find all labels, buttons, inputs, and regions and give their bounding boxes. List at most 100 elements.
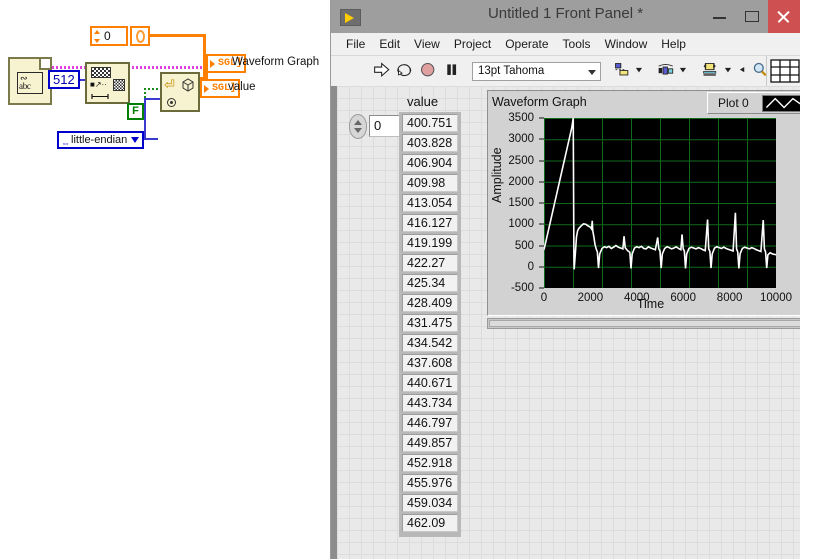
dogear-corner bbox=[39, 59, 50, 70]
menu-item-tools[interactable]: Tools bbox=[556, 35, 598, 53]
endianness-enum-control[interactable]: ⇔ little-endian bbox=[57, 131, 144, 149]
array-cell[interactable]: 406.904 bbox=[402, 154, 458, 172]
numeric-control-value: 0 bbox=[104, 29, 111, 43]
align-objects-button[interactable] bbox=[612, 60, 631, 82]
array-label: value bbox=[407, 94, 439, 109]
spinner-down-icon[interactable] bbox=[354, 128, 362, 133]
reorder-dropdown[interactable] bbox=[739, 60, 746, 82]
graph-x-axis-label: Time bbox=[636, 297, 665, 311]
chevron-down-icon bbox=[680, 67, 687, 73]
checker-pattern-icon bbox=[91, 67, 111, 78]
menu-item-help[interactable]: Help bbox=[654, 35, 693, 53]
menu-item-view[interactable]: View bbox=[407, 35, 447, 53]
array-cell[interactable]: 422.27 bbox=[402, 254, 458, 272]
run-button[interactable] bbox=[372, 60, 391, 82]
menu-item-edit[interactable]: Edit bbox=[372, 35, 407, 53]
terminal-arrow-icon bbox=[210, 60, 215, 68]
maximize-icon bbox=[745, 11, 759, 22]
pause-button[interactable] bbox=[442, 60, 461, 82]
menu-item-file[interactable]: File bbox=[339, 35, 372, 53]
graph-y-tick-label: 2500 bbox=[508, 154, 534, 167]
window-controls bbox=[704, 0, 800, 33]
plot-style-preview bbox=[765, 97, 800, 109]
window-title-bar[interactable]: Untitled 1 Front Panel * bbox=[331, 0, 800, 33]
menu-item-window[interactable]: Window bbox=[598, 35, 655, 53]
chevron-down-icon bbox=[636, 67, 643, 73]
minimize-button[interactable] bbox=[704, 0, 736, 33]
checker-small-icon bbox=[113, 79, 125, 91]
array-cell[interactable]: 449.857 bbox=[402, 434, 458, 452]
array-cell[interactable]: 443.734 bbox=[402, 394, 458, 412]
array-cell[interactable]: 440.671 bbox=[402, 374, 458, 392]
distribute-objects-button[interactable] bbox=[656, 60, 675, 82]
wire-numeric-top bbox=[150, 34, 206, 37]
array-cell[interactable]: 416.127 bbox=[402, 214, 458, 232]
value-array[interactable]: 400.751 403.828 406.904 409.98 413.054 416.12… bbox=[399, 112, 461, 537]
coercion-ring-icon bbox=[136, 30, 145, 43]
toolbar[interactable]: 13pt Tahoma bbox=[331, 56, 800, 87]
graph-y-tick-label: 2000 bbox=[508, 175, 534, 188]
wire-string-to-cast bbox=[52, 66, 222, 69]
graph-horizontal-scrollbar[interactable] bbox=[487, 318, 800, 329]
array-cell[interactable]: 446.797 bbox=[402, 414, 458, 432]
numeric-constant-512[interactable]: 512 bbox=[48, 70, 80, 89]
array-cell[interactable]: 434.542 bbox=[402, 334, 458, 352]
array-cell[interactable]: 419.199 bbox=[402, 234, 458, 252]
graph-plot-line bbox=[543, 117, 777, 270]
array-cell[interactable]: 400.751 bbox=[402, 114, 458, 132]
run-continuously-button[interactable] bbox=[395, 60, 414, 82]
front-panel-canvas[interactable]: 0 value 400.751 403.828 406.904 409.98 413.0… bbox=[331, 86, 800, 559]
array-index-spinner[interactable] bbox=[349, 114, 367, 139]
menu-bar[interactable]: File Edit View Project Operate Tools Win… bbox=[331, 33, 800, 56]
graph-y-tick-label: 500 bbox=[514, 239, 534, 252]
menu-item-project[interactable]: Project bbox=[447, 35, 498, 53]
abort-execution-icon bbox=[421, 62, 435, 77]
font-selector[interactable]: 13pt Tahoma bbox=[471, 61, 602, 81]
resize-objects-icon bbox=[703, 63, 717, 76]
distribute-dropdown[interactable] bbox=[679, 60, 687, 82]
array-cell[interactable]: 425.34 bbox=[402, 274, 458, 292]
graph-plot-area[interactable] bbox=[543, 117, 777, 288]
unflatten-from-string-node[interactable]: ⏎ bbox=[160, 72, 200, 112]
front-panel-window[interactable]: Untitled 1 Front Panel * File Edit View … bbox=[330, 0, 800, 559]
array-cell[interactable]: 452.918 bbox=[402, 454, 458, 472]
boolean-constant-false[interactable]: F bbox=[127, 103, 144, 120]
unflatten-glyph-icon: ⏎ bbox=[164, 77, 175, 92]
graph-y-tick-label: 1000 bbox=[508, 218, 534, 231]
abort-execution-button[interactable] bbox=[418, 60, 437, 82]
waveform-graph[interactable]: Waveform Graph Plot 0 Amplitude -500 0 500… bbox=[487, 90, 800, 316]
array-cell[interactable]: 459.034 bbox=[402, 494, 458, 512]
align-dropdown[interactable] bbox=[635, 60, 643, 82]
array-cell[interactable]: 428.409 bbox=[402, 294, 458, 312]
pattern-generator-node[interactable]: ■↗·· bbox=[85, 62, 130, 104]
scrollbar-thumb[interactable] bbox=[489, 320, 800, 327]
array-cell[interactable]: 462.09 bbox=[402, 514, 458, 532]
spinner-up-icon[interactable] bbox=[354, 120, 362, 125]
maximize-button[interactable] bbox=[736, 0, 768, 33]
array-cell[interactable]: 403.828 bbox=[402, 134, 458, 152]
close-button[interactable] bbox=[768, 0, 800, 33]
distribute-objects-icon bbox=[658, 63, 674, 75]
resize-objects-button[interactable] bbox=[700, 60, 719, 82]
string-constant-node[interactable]: ∾ abc bbox=[8, 57, 52, 105]
resize-dropdown[interactable] bbox=[724, 60, 732, 82]
minimize-icon bbox=[713, 17, 726, 19]
array-cell[interactable]: 431.475 bbox=[402, 314, 458, 332]
grid-panel[interactable] bbox=[766, 56, 800, 86]
plot-line-icon[interactable] bbox=[762, 95, 800, 112]
ramp-dots-icon: ■↗·· bbox=[90, 80, 107, 89]
run-arrow-icon bbox=[373, 62, 390, 78]
plot-series-line bbox=[543, 117, 777, 270]
array-cell[interactable]: 409.98 bbox=[402, 174, 458, 192]
array-cell[interactable]: 455.976 bbox=[402, 474, 458, 492]
menu-item-operate[interactable]: Operate bbox=[498, 35, 555, 53]
array-cell[interactable]: 437.608 bbox=[402, 354, 458, 372]
array-cell[interactable]: 413.054 bbox=[402, 194, 458, 212]
increment-decrement-icon bbox=[94, 30, 100, 43]
block-diagram-canvas[interactable]: ∾ abc 512 ■↗·· 0 ⏎ F ⇔ little-endian SGL… bbox=[0, 0, 330, 559]
numeric-control-terminal[interactable]: 0 bbox=[90, 26, 128, 46]
align-objects-icon bbox=[615, 63, 629, 76]
plot-legend[interactable]: Plot 0 bbox=[707, 92, 800, 114]
ruler-icon bbox=[91, 94, 109, 99]
terminal-arrow-icon bbox=[204, 85, 209, 93]
